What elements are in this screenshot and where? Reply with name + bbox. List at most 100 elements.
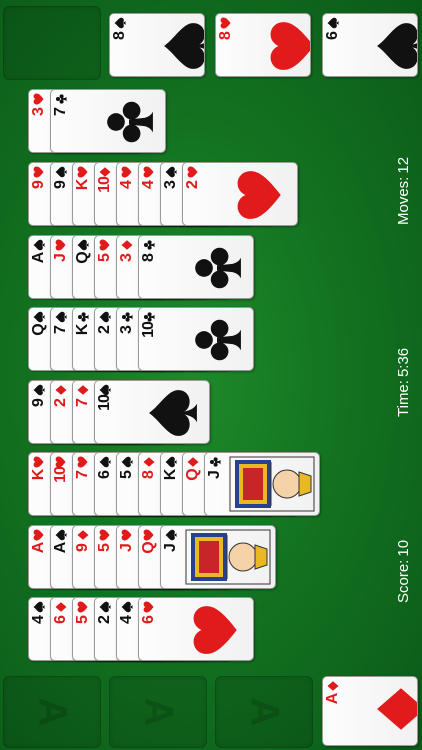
card-index: 2 bbox=[51, 381, 72, 443]
diamond-pip-icon bbox=[327, 681, 339, 691]
card-index: 10 bbox=[95, 381, 116, 443]
card-index: 6 bbox=[51, 598, 72, 660]
tableau-card[interactable]: 10 bbox=[138, 307, 254, 371]
timer: Time: 5:36 bbox=[395, 348, 412, 420]
card-index: 7 bbox=[73, 381, 94, 443]
diamond-pip-icon bbox=[99, 167, 111, 177]
heart-pip-icon bbox=[33, 166, 44, 178]
tableau-card[interactable]: 2 bbox=[182, 162, 298, 226]
diamond-pip-icon bbox=[187, 457, 199, 467]
spade-pip-icon bbox=[55, 166, 67, 178]
tableau-card[interactable]: 7 bbox=[50, 89, 166, 153]
card-index: 3 bbox=[117, 308, 138, 370]
spade-pip-icon bbox=[99, 601, 111, 613]
tableau-card[interactable]: J bbox=[160, 525, 276, 589]
card-index: 9 bbox=[73, 526, 94, 588]
top-pile-card[interactable]: 8 bbox=[215, 13, 311, 77]
card-index: K bbox=[161, 453, 182, 515]
spade-pip-icon bbox=[77, 239, 89, 251]
moves-label: Moves: bbox=[395, 176, 412, 225]
club-icon bbox=[195, 319, 241, 361]
card-index: 4 bbox=[117, 163, 138, 225]
card-index: J bbox=[51, 236, 72, 298]
tableau-card[interactable]: J bbox=[204, 452, 320, 516]
heart-pip-icon bbox=[33, 456, 44, 468]
diamond-pip-icon bbox=[77, 530, 89, 540]
tableau-card[interactable]: 8 bbox=[138, 235, 254, 299]
card-index: 2 bbox=[183, 163, 204, 225]
spade-pip-icon bbox=[121, 456, 133, 468]
card-index: 7 bbox=[51, 308, 72, 370]
spade-pip-icon bbox=[99, 311, 111, 323]
diamond-pip-icon bbox=[55, 385, 67, 395]
card-index: A bbox=[29, 236, 50, 298]
card-index: A bbox=[323, 677, 344, 745]
heart-pip-icon bbox=[143, 166, 154, 178]
heart-icon bbox=[193, 606, 237, 654]
spade-pip-icon bbox=[99, 456, 111, 468]
heart-pip-icon bbox=[187, 166, 198, 178]
card-index: 8 bbox=[139, 236, 160, 298]
card-index: 10 bbox=[139, 308, 160, 370]
foundation-slot-3[interactable]: A bbox=[215, 676, 313, 748]
top-pile-card[interactable]: 6 bbox=[322, 13, 418, 77]
card-index: 5 bbox=[95, 526, 116, 588]
club-pip-icon bbox=[55, 94, 67, 104]
card-index: A bbox=[29, 526, 50, 588]
card-index: 10 bbox=[95, 163, 116, 225]
card-index: 3 bbox=[117, 236, 138, 298]
club-pip-icon bbox=[209, 457, 221, 467]
spade-pip-icon bbox=[55, 311, 67, 323]
foundation-slot-label: A bbox=[30, 697, 75, 727]
tableau-card[interactable]: 6 bbox=[138, 597, 254, 661]
spade-pip-icon bbox=[33, 239, 45, 251]
foundation-card[interactable]: A bbox=[322, 676, 418, 746]
card-index: Q bbox=[29, 308, 50, 370]
spade-icon bbox=[377, 23, 417, 69]
card-index: Q bbox=[183, 453, 204, 515]
diamond-icon bbox=[377, 688, 417, 730]
card-index: 6 bbox=[95, 453, 116, 515]
card-index: 8 bbox=[139, 453, 160, 515]
card-index: J bbox=[117, 526, 138, 588]
time-value: 5:36 bbox=[395, 347, 412, 378]
spade-pip-icon bbox=[165, 529, 177, 541]
club-icon bbox=[195, 247, 241, 289]
card-index: 8 bbox=[216, 14, 237, 76]
card-index: K bbox=[29, 453, 50, 515]
foundation-slot-2[interactable]: A bbox=[109, 676, 207, 748]
spade-pip-icon bbox=[99, 384, 111, 396]
spade-pip-icon bbox=[33, 601, 45, 613]
heart-pip-icon bbox=[121, 529, 132, 541]
stock-slot[interactable] bbox=[3, 6, 101, 80]
card-index: 5 bbox=[117, 453, 138, 515]
score-counter: Score: 10 bbox=[395, 540, 412, 606]
tableau-card[interactable]: 10 bbox=[94, 380, 210, 444]
spade-pip-icon bbox=[165, 166, 177, 178]
heart-pip-icon bbox=[55, 239, 66, 251]
foundation-slot-1[interactable]: A bbox=[3, 676, 101, 748]
spade-pip-icon bbox=[55, 529, 67, 541]
foundation-slot-label: A bbox=[242, 697, 287, 727]
heart-icon bbox=[237, 171, 281, 219]
spade-icon bbox=[164, 23, 204, 69]
top-pile-card[interactable]: 8 bbox=[109, 13, 205, 77]
time-label: Time: bbox=[395, 380, 412, 417]
diamond-pip-icon bbox=[121, 240, 133, 250]
spade-pip-icon bbox=[114, 17, 126, 29]
foundation-slot-label: A bbox=[136, 697, 181, 727]
card-index: 7 bbox=[73, 453, 94, 515]
card-index: 6 bbox=[323, 14, 344, 76]
card-index: 10 bbox=[51, 453, 72, 515]
card-index: 8 bbox=[110, 14, 131, 76]
heart-pip-icon bbox=[33, 529, 44, 541]
card-index: K bbox=[73, 163, 94, 225]
spade-pip-icon bbox=[121, 601, 133, 613]
card-index: 3 bbox=[161, 163, 182, 225]
spade-pip-icon bbox=[33, 384, 45, 396]
spade-pip-icon bbox=[165, 456, 177, 468]
card-index: 5 bbox=[73, 598, 94, 660]
spade-pip-icon bbox=[33, 311, 45, 323]
heart-icon bbox=[270, 22, 310, 70]
card-index: 2 bbox=[95, 308, 116, 370]
